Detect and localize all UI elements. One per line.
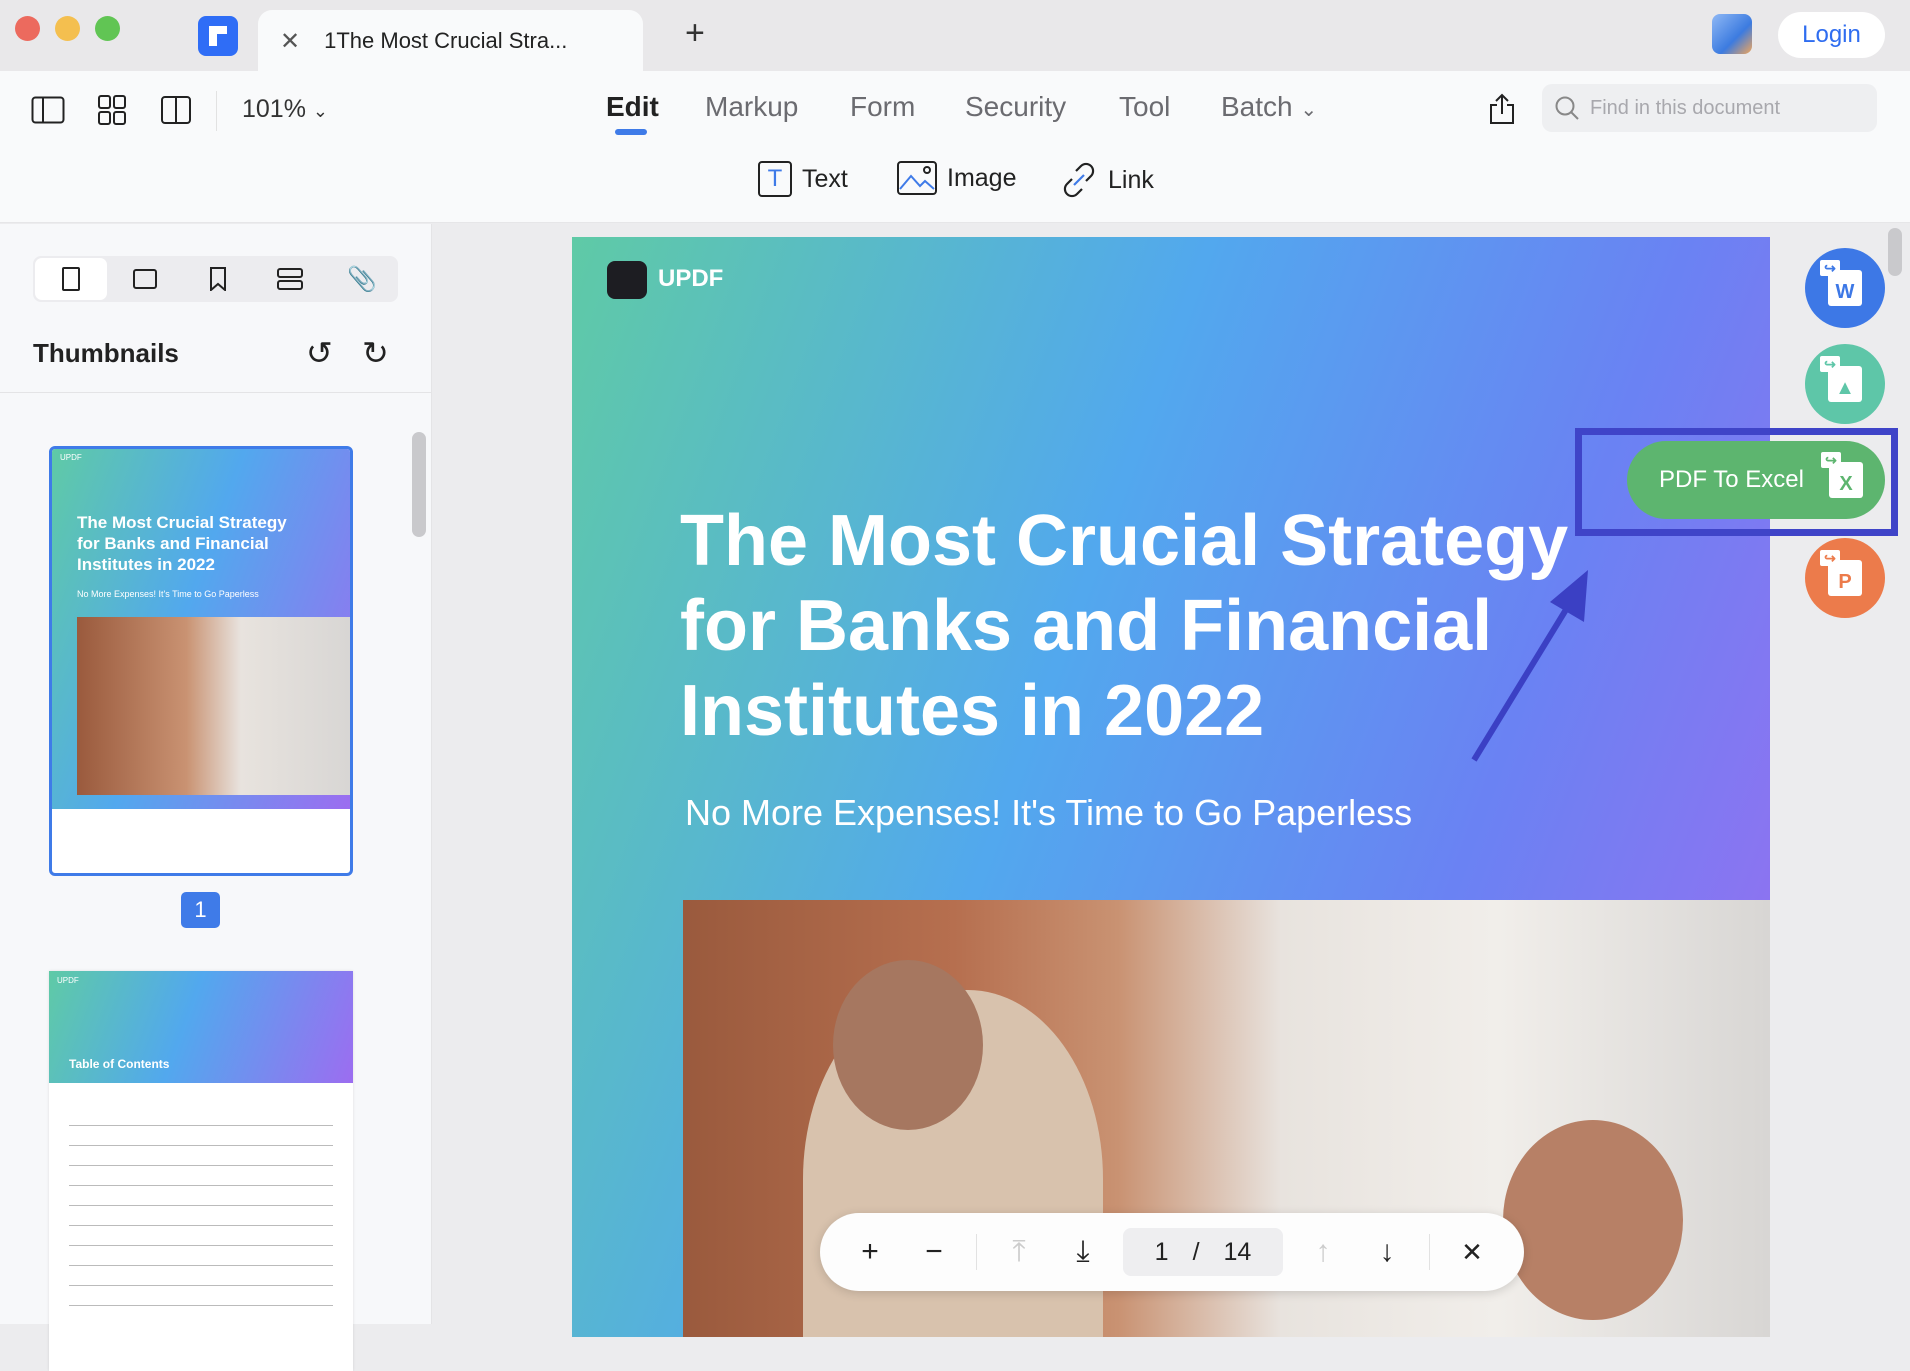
text-box-icon: T <box>758 161 792 197</box>
image-tool-button[interactable]: Image <box>897 161 1016 195</box>
ppt-icon: P <box>1820 550 1862 596</box>
document-tab[interactable]: ✕ 1The Most Crucial Stra... <box>258 10 643 72</box>
next-page-button[interactable]: ↓ <box>1355 1235 1419 1269</box>
tab-batch[interactable]: Batch ⌄ <box>1221 91 1317 123</box>
outline-icon <box>276 268 303 290</box>
paperclip-icon: 📎 <box>346 265 377 293</box>
tab-title: 1The Most Crucial Stra... <box>324 28 568 53</box>
excel-icon: X <box>1821 452 1863 498</box>
minimize-window-button[interactable] <box>55 16 80 41</box>
zoom-out-button[interactable]: − <box>902 1235 966 1269</box>
outline-tab[interactable] <box>254 256 326 302</box>
thumbnail-page-1[interactable]: UPDF The Most Crucial Strategy for Banks… <box>49 446 353 876</box>
word-icon: W <box>1820 260 1862 306</box>
close-navigation-button[interactable]: ✕ <box>1440 1237 1504 1268</box>
app-logo-icon <box>198 16 238 56</box>
login-button[interactable]: Login <box>1778 12 1885 58</box>
previous-page-button[interactable]: ↑ <box>1291 1235 1355 1269</box>
sidebar-scrollbar[interactable] <box>412 432 426 537</box>
tab-markup[interactable]: Markup <box>705 91 798 123</box>
page-navigation-bar: + − ⤒ ⤓ 1/14 ↑ ↓ ✕ <box>820 1213 1524 1291</box>
document-scrollbar[interactable] <box>1888 228 1902 276</box>
rotate-left-icon[interactable]: ↺ <box>306 334 333 372</box>
comments-tab[interactable] <box>109 256 181 302</box>
tab-form[interactable]: Form <box>850 91 915 123</box>
toc-lines <box>49 1083 353 1311</box>
zoom-select[interactable]: 101% ⌄ <box>242 95 328 124</box>
link-icon <box>1063 162 1095 198</box>
promo-icon[interactable] <box>1712 14 1752 54</box>
reading-mode-icon[interactable] <box>161 96 191 124</box>
updf-logo-icon <box>607 261 647 299</box>
rotate-right-icon[interactable]: ↻ <box>362 334 389 372</box>
active-tab-indicator <box>615 129 647 135</box>
first-page-button[interactable]: ⤒ <box>987 1235 1051 1269</box>
search-icon <box>1555 96 1579 120</box>
text-tool-button[interactable]: T Text <box>758 161 848 197</box>
brand-name: UPDF <box>658 265 724 292</box>
image-icon <box>897 161 937 195</box>
document-title: The Most Crucial Strategy for Banks and F… <box>680 501 1569 751</box>
new-tab-button[interactable]: + <box>685 14 705 53</box>
image-convert-icon: ▲ <box>1820 356 1862 402</box>
sidebar-toggle-icon[interactable] <box>31 96 65 124</box>
last-page-button[interactable]: ⤓ <box>1051 1235 1115 1269</box>
sidebar: 📎 Thumbnails ↺ ↻ UPDF The Most Crucial S… <box>0 224 432 1371</box>
sidebar-title: Thumbnails <box>33 338 179 368</box>
annotation-arrow <box>1471 570 1588 762</box>
pdf-to-ppt-button[interactable]: P <box>1805 538 1885 618</box>
share-icon[interactable] <box>1488 93 1516 125</box>
grid-view-icon[interactable] <box>98 95 126 125</box>
pdf-to-image-button[interactable]: ▲ <box>1805 344 1885 424</box>
bookmark-icon <box>209 267 226 291</box>
close-window-button[interactable] <box>15 16 40 41</box>
thumbnail-photo <box>77 617 350 795</box>
pdf-to-word-button[interactable]: W <box>1805 248 1885 328</box>
sidebar-tabs: 📎 <box>33 256 398 302</box>
tab-security[interactable]: Security <box>965 91 1066 123</box>
attachments-tab[interactable]: 📎 <box>326 256 398 302</box>
document-page: UPDF The Most Crucial Strategy for Banks … <box>572 237 1770 1337</box>
tab-edit[interactable]: Edit <box>606 91 659 123</box>
zoom-in-button[interactable]: + <box>838 1235 902 1269</box>
maximize-window-button[interactable] <box>95 16 120 41</box>
comment-icon <box>133 269 158 289</box>
toolbar: 101% ⌄ Edit Markup Form Security Tool Ba… <box>0 71 1910 223</box>
close-tab-icon[interactable]: ✕ <box>280 27 300 56</box>
title-bar: ✕ 1The Most Crucial Stra... + Login <box>0 0 1910 72</box>
thumbnail-page-2[interactable]: UPDF Table of Contents <box>49 971 353 1371</box>
document-subtitle: No More Expenses! It's Time to Go Paperl… <box>685 792 1413 833</box>
thumbnails-tab[interactable] <box>35 258 108 300</box>
pdf-to-excel-button[interactable]: PDF To Excel X <box>1627 441 1885 519</box>
search-input[interactable]: Find in this document <box>1542 84 1877 132</box>
page-number-input[interactable]: 1/14 <box>1123 1228 1283 1276</box>
page-icon <box>62 267 81 291</box>
page-number-badge: 1 <box>181 892 220 928</box>
tab-tool[interactable]: Tool <box>1119 91 1170 123</box>
bookmarks-tab[interactable] <box>181 256 253 302</box>
link-tool-button[interactable]: Link <box>1060 161 1154 199</box>
